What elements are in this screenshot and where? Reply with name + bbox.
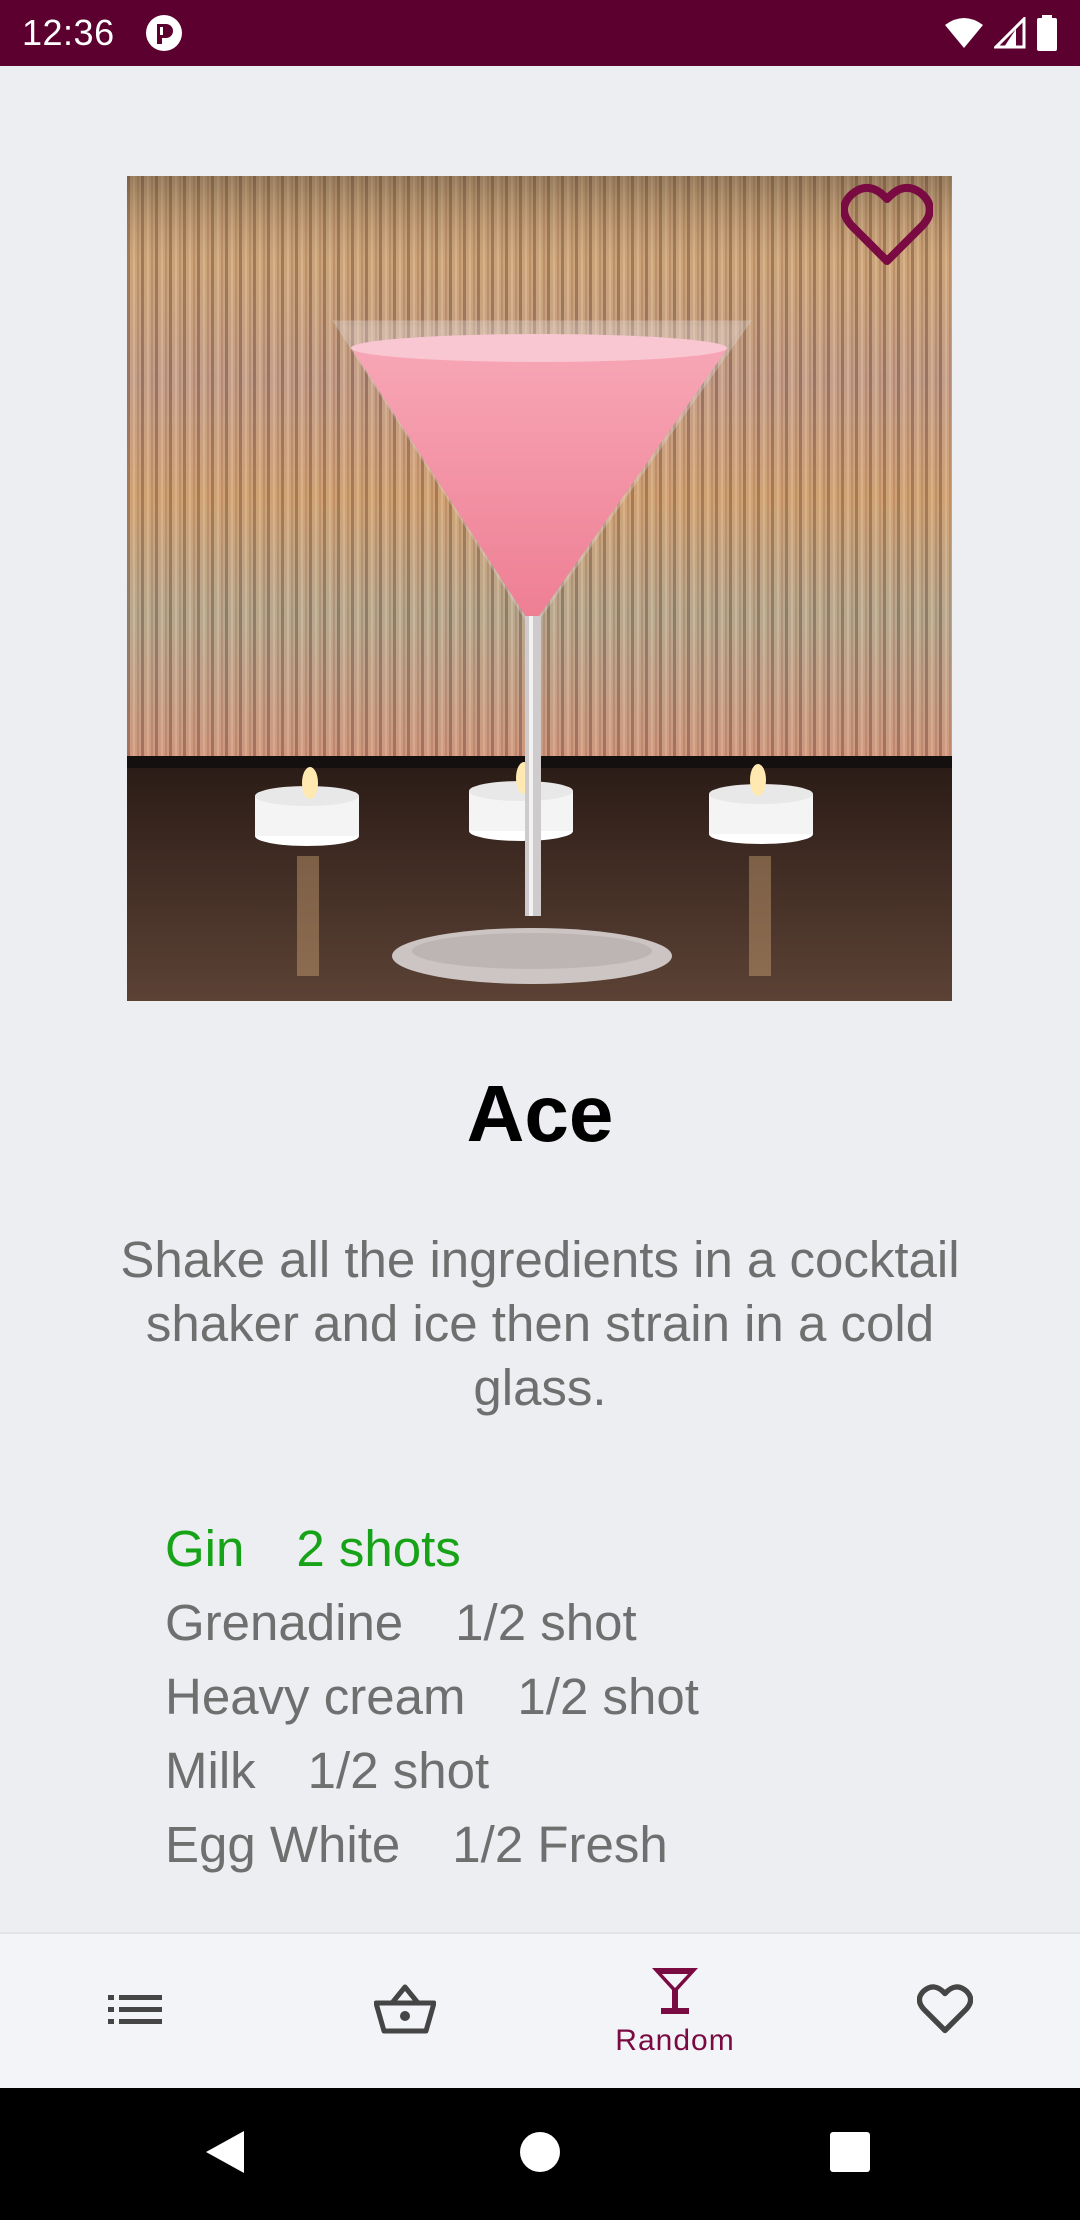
nav-item-list[interactable] [0,1934,270,2088]
ingredient-row: Egg White 1/2 Fresh [165,1808,965,1882]
ingredient-row: Gin 2 shots [165,1512,965,1586]
system-navigation-bar [0,2088,1080,2220]
favorite-toggle-button[interactable] [838,182,936,272]
ingredient-amount: 1/2 shot [517,1668,699,1725]
nav-item-favorites[interactable] [810,1934,1080,2088]
bottom-navigation: Random [0,1932,1080,2088]
home-icon[interactable] [519,2131,561,2177]
ingredient-amount: 1/2 shot [455,1594,637,1651]
heart-icon [916,1984,974,2038]
ingredient-name: Milk [165,1742,256,1799]
ingredient-name: Egg White [165,1816,401,1873]
ingredient-name: Gin [165,1520,245,1577]
heart-outline-icon [840,183,934,271]
ingredient-row: Grenadine 1/2 shot [165,1586,965,1660]
status-bar: 12:36 [0,0,1080,66]
nav-item-basket[interactable] [270,1934,540,2088]
wifi-icon [944,17,984,49]
nav-label-random: Random [615,2024,735,2057]
cocktail-glass-icon [649,1964,701,2020]
back-icon[interactable] [204,2129,246,2179]
ingredient-row: Milk 1/2 shot [165,1734,965,1808]
ingredient-amount: 1/2 shot [307,1742,490,1799]
status-time: 12:36 [22,12,115,53]
ingredients-list: Gin 2 shots Grenadine 1/2 shot Heavy cream… [165,1512,965,1882]
list-icon [108,1992,162,2030]
drink-image [127,176,952,1001]
battery-icon [1036,15,1058,51]
drink-instructions: Shake all the ingredients in a cocktail … [120,1231,960,1416]
ingredient-name: Grenadine [165,1594,404,1651]
drink-title: Ace [466,1069,614,1158]
recents-icon[interactable] [829,2131,871,2177]
ingredient-amount: 2 shots [296,1520,461,1577]
ingredient-name: Heavy cream [165,1668,466,1725]
app-notification-icon [145,14,183,52]
signal-icon [994,17,1026,49]
nav-item-random[interactable]: Random [540,1934,810,2088]
ingredient-amount: 1/2 Fresh [452,1816,668,1873]
basket-icon [373,1983,437,2039]
ingredient-row: Heavy cream 1/2 shot [165,1660,965,1734]
